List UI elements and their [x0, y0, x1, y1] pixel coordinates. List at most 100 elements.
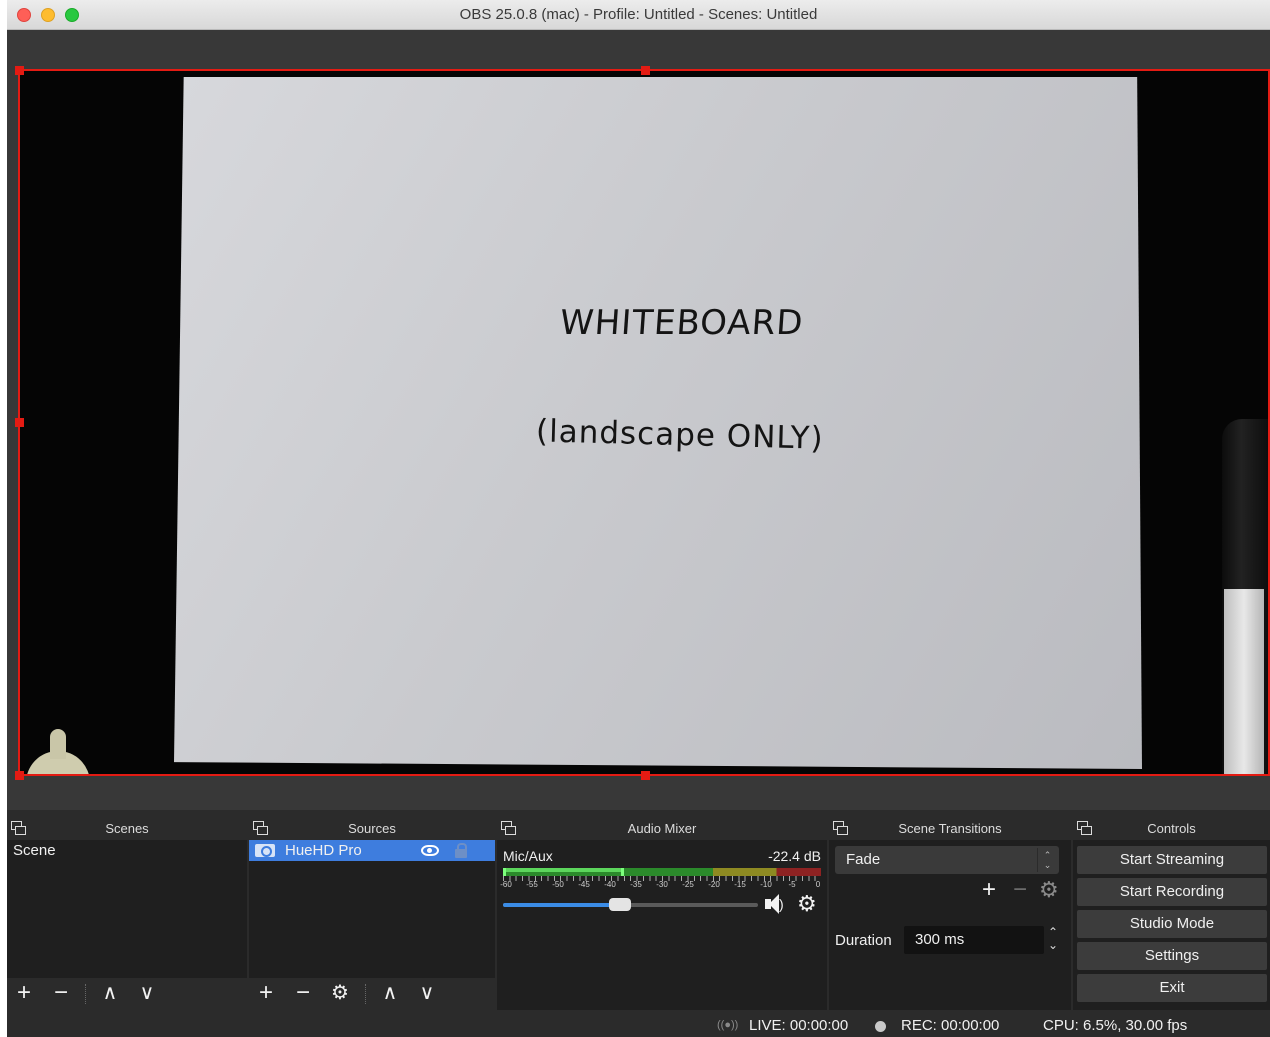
live-broadcast-icon: ((●)) [717, 1019, 739, 1031]
audio-mixer-dock-header: Audio Mixer [497, 818, 827, 840]
move-scene-up-button[interactable]: ∧ [95, 978, 125, 1010]
duration-stepper-icon[interactable]: ⌃ ⌄ [1043, 926, 1063, 954]
transition-select[interactable]: Fade ⌃ ⌄ [835, 846, 1059, 874]
meter-scale-label: -50 [552, 880, 564, 889]
volume-slider[interactable] [503, 898, 758, 911]
minimize-window-button[interactable] [41, 8, 55, 22]
source-item-label: HueHD Pro [285, 842, 362, 859]
meter-scale-label: -5 [788, 880, 796, 889]
visibility-eye-icon[interactable] [421, 845, 439, 856]
scenes-title: Scenes [105, 821, 149, 836]
scenes-dock-header: Scenes [7, 818, 247, 840]
controls-dock: Controls Start Streaming Start Recording… [1073, 818, 1270, 1010]
audio-settings-gear-icon[interactable]: ⚙ [797, 893, 817, 915]
meter-scale-label: -45 [578, 880, 590, 889]
controls-title: Controls [1147, 821, 1196, 836]
add-source-button[interactable]: + [251, 978, 281, 1010]
toolbar-separator [365, 984, 366, 1004]
status-bar: ((●)) LIVE: 00:00:00 REC: 00:00:00 CPU: … [7, 1010, 1270, 1037]
volume-meter-peak-left [503, 868, 506, 876]
meter-scale-label: -35 [630, 880, 642, 889]
volume-slider-fill [503, 903, 621, 907]
move-source-down-button[interactable]: ∨ [412, 978, 442, 1010]
duration-value: 300 ms [915, 931, 965, 948]
source-properties-gear-icon[interactable]: ⚙ [325, 978, 355, 1010]
meter-scale-label: -60 [500, 880, 512, 889]
meter-scale-label: -15 [734, 880, 746, 889]
sources-dock-header: Sources [249, 818, 495, 840]
scene-transitions-title: Scene Transitions [898, 821, 1002, 836]
audio-channel-name: Mic/Aux [503, 848, 553, 864]
resize-handle-top[interactable] [641, 66, 650, 75]
scene-item[interactable]: Scene [7, 840, 247, 861]
settings-button[interactable]: Settings [1077, 942, 1267, 970]
camera-icon [255, 844, 275, 857]
transition-select-value: Fade [846, 851, 881, 868]
start-streaming-button[interactable]: Start Streaming [1077, 846, 1267, 874]
sources-dock: Sources HueHD Pro + − ⚙ ∧ ∨ [249, 818, 495, 1010]
scene-transitions-body: Fade ⌃ ⌄ + − ⚙ Duration 300 ms ⌃ ⌄ [829, 840, 1071, 1010]
meter-scale-label: -40 [604, 880, 616, 889]
obs-window: OBS 25.0.8 (mac) - Profile: Untitled - S… [7, 0, 1270, 1037]
audio-mixer-dock: Audio Mixer Mic/Aux -22.4 dB -60 -55 -50 -4… [497, 818, 827, 1010]
move-source-up-button[interactable]: ∧ [375, 978, 405, 1010]
whiteboard-paper: WHITEBOARD (landscape ONLY) [174, 77, 1142, 769]
sources-toolbar: + − ⚙ ∧ ∨ [249, 978, 495, 1010]
exit-button[interactable]: Exit [1077, 974, 1267, 1002]
whiteboard-title-text: WHITEBOARD [558, 303, 805, 343]
resize-handle-top-left[interactable] [15, 66, 24, 75]
audio-mixer-title: Audio Mixer [627, 821, 697, 836]
close-window-button[interactable] [17, 8, 31, 22]
speaker-mute-icon[interactable]: ) [765, 893, 791, 915]
zoom-window-button[interactable] [65, 8, 79, 22]
audio-mixer-body: Mic/Aux -22.4 dB -60 -55 -50 -45 -40 -35 -30 -2… [497, 840, 827, 1010]
start-recording-button[interactable]: Start Recording [1077, 878, 1267, 906]
duration-input[interactable]: 300 ms [904, 926, 1044, 954]
scene-transitions-dock-header: Scene Transitions [829, 818, 1071, 840]
audio-channel-level: -22.4 dB [768, 848, 821, 864]
add-transition-button[interactable]: + [982, 878, 996, 902]
rec-status: REC: 00:00:00 [901, 1017, 1000, 1034]
recording-dot-icon [875, 1021, 886, 1032]
preview-area[interactable]: WHITEBOARD (landscape ONLY) [7, 30, 1270, 810]
meter-scale-label: -25 [682, 880, 694, 889]
meter-scale-label: -10 [760, 880, 772, 889]
meter-scale-label: 0 [815, 880, 821, 889]
add-scene-button[interactable]: + [9, 978, 39, 1010]
desk-object [26, 729, 90, 776]
lock-icon[interactable] [455, 843, 467, 858]
controls-dock-header: Controls [1073, 818, 1270, 840]
cpu-status: CPU: 6.5%, 30.00 fps [1043, 1017, 1188, 1034]
resize-handle-bottom-left[interactable] [15, 771, 24, 780]
meter-scale-label: -30 [656, 880, 668, 889]
undock-icon[interactable] [253, 821, 268, 835]
volume-slider-thumb[interactable] [609, 898, 632, 911]
remove-transition-button[interactable]: − [1013, 878, 1027, 902]
move-scene-down-button[interactable]: ∨ [132, 978, 162, 1010]
undock-icon[interactable] [1077, 821, 1092, 835]
remove-source-button[interactable]: − [288, 978, 318, 1010]
select-arrows-icon: ⌃ ⌄ [1037, 848, 1057, 872]
whiteboard-subtitle-text: (landscape ONLY) [535, 413, 825, 457]
studio-mode-button[interactable]: Studio Mode [1077, 910, 1267, 938]
toolbar-separator [85, 984, 86, 1004]
source-item[interactable]: HueHD Pro [249, 840, 495, 861]
transition-settings-gear-icon[interactable]: ⚙ [1039, 879, 1059, 901]
title-bar: OBS 25.0.8 (mac) - Profile: Untitled - S… [7, 0, 1270, 30]
volume-meter-peak [620, 868, 624, 876]
undock-icon[interactable] [833, 821, 848, 835]
volume-meter-level [503, 868, 621, 872]
remove-scene-button[interactable]: − [46, 978, 76, 1010]
resize-handle-left[interactable] [15, 418, 24, 427]
resize-handle-bottom[interactable] [641, 771, 650, 780]
controls-body: Start Streaming Start Recording Studio M… [1073, 840, 1270, 1010]
scene-transitions-dock: Scene Transitions Fade ⌃ ⌄ + − ⚙ Duration… [829, 818, 1071, 1010]
sources-title: Sources [348, 821, 396, 836]
marker-cap [1224, 589, 1264, 776]
duration-label: Duration [835, 932, 892, 949]
undock-icon[interactable] [501, 821, 516, 835]
preview-canvas[interactable]: WHITEBOARD (landscape ONLY) [18, 69, 1270, 776]
undock-icon[interactable] [11, 821, 26, 835]
meter-scale-label: -55 [526, 880, 538, 889]
scenes-dock: Scenes Scene + − ∧ ∨ [7, 818, 247, 1010]
